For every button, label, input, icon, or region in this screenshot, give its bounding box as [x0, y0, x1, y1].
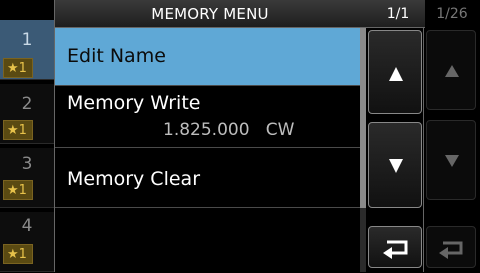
channel-row-2[interactable]: 2 ★1 [0, 84, 54, 144]
memory-group-badge: ★1 [3, 58, 33, 78]
triangle-up-icon [445, 65, 459, 77]
menu-item-label: Memory Write [67, 92, 201, 114]
return-icon [439, 241, 463, 259]
scrollbar-thumb[interactable] [360, 28, 366, 208]
memory-group-badge: ★1 [3, 120, 33, 140]
menu-item-memory-clear[interactable]: Memory Clear [55, 148, 360, 208]
channel-row-3[interactable]: 3 ★1 [0, 148, 54, 208]
menu-item-memory-write[interactable]: Memory Write 1.825.000 CW [55, 86, 360, 148]
scroll-up-button[interactable] [368, 30, 422, 114]
channel-number: 4 [21, 216, 33, 236]
memory-group-badge: ★1 [3, 244, 33, 264]
channel-number: 2 [21, 94, 33, 114]
background-up-button [426, 30, 476, 110]
background-page-indicator: 1/26 [436, 6, 468, 22]
background-return-button [426, 226, 476, 268]
dialog-title: MEMORY MENU [151, 5, 269, 23]
scroll-down-button[interactable] [368, 122, 422, 208]
return-icon [383, 240, 408, 259]
triangle-down-icon [389, 159, 403, 173]
background-down-button [426, 120, 476, 200]
memory-group-badge: ★1 [3, 180, 33, 200]
frequency-mode-readout: 1.825.000 CW [163, 120, 295, 140]
page-indicator: 1/1 [386, 6, 410, 22]
menu-item-edit-name[interactable]: Edit Name [55, 28, 360, 86]
channel-number: 3 [21, 154, 33, 174]
menu-item-label: Edit Name [67, 45, 166, 67]
return-button[interactable] [368, 226, 422, 268]
memory-menu-dialog: MEMORY MENU 1/1 Edit Name Memory Write 1… [54, 0, 425, 272]
channel-row-4[interactable]: 4 ★1 [0, 212, 54, 272]
triangle-down-icon [445, 155, 459, 167]
title-bar: MEMORY MENU 1/1 [55, 0, 425, 28]
channel-row-1[interactable]: 1 ★1 [0, 20, 54, 80]
channel-number: 1 [21, 30, 33, 50]
triangle-up-icon [389, 67, 403, 81]
menu-item-label: Memory Clear [67, 168, 200, 190]
